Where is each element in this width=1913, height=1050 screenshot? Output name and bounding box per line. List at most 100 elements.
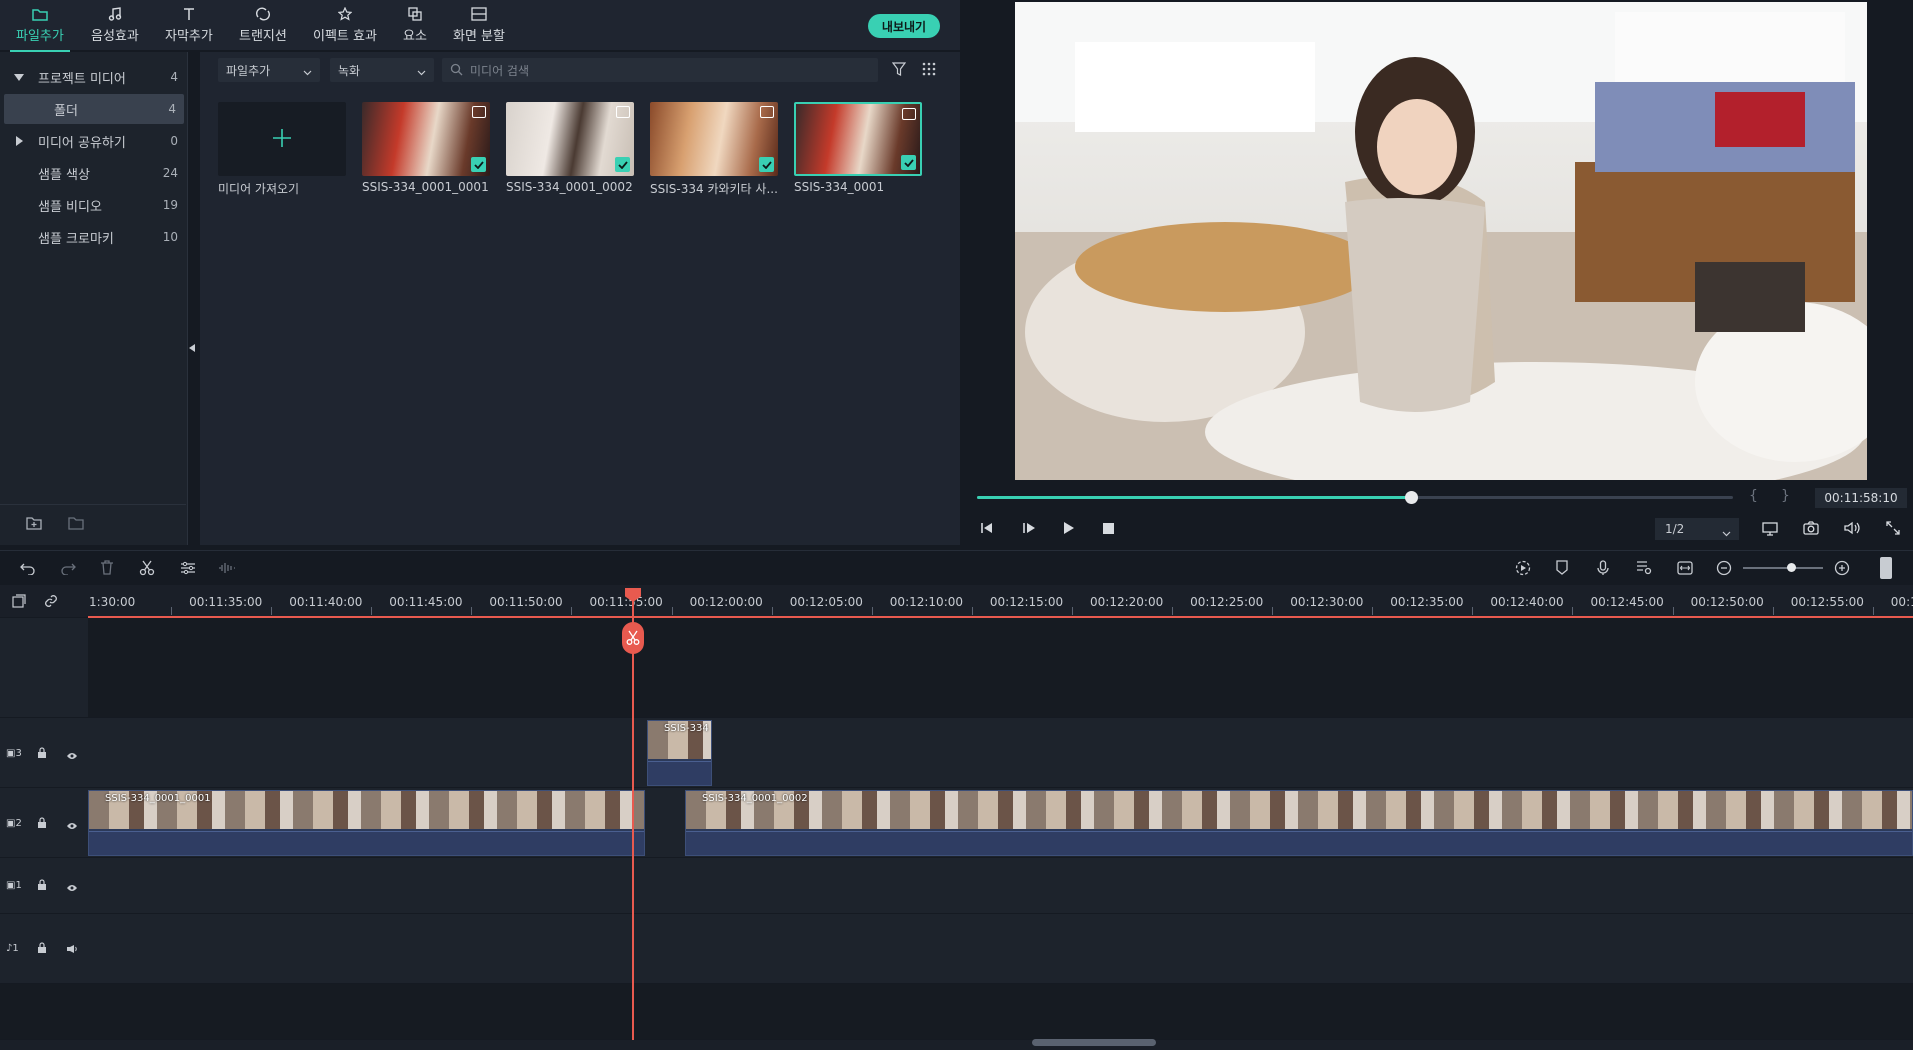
playhead-split-button[interactable] xyxy=(622,622,644,654)
mark-out-icon[interactable]: } xyxy=(1781,488,1790,504)
track-head-audio-1: ♪ 1 xyxy=(0,914,88,984)
track-video-3[interactable]: SSIS-334 xyxy=(88,718,1913,788)
ruler-tick-label: 1:30:00 xyxy=(89,595,136,609)
undo-icon[interactable] xyxy=(20,561,36,579)
track-head-spacer xyxy=(0,984,88,1040)
adjust-icon[interactable] xyxy=(180,561,196,579)
ruler-tick xyxy=(271,607,273,615)
folder-outline-icon[interactable] xyxy=(68,516,84,534)
ruler-tick xyxy=(371,607,373,615)
ruler-tick xyxy=(1672,607,1674,615)
sidebar-item-sample-video[interactable]: 샘플 비디오 19 xyxy=(0,190,186,220)
ruler-tick xyxy=(1472,607,1474,615)
ruler-tick-label: 00:12:35:00 xyxy=(1390,595,1464,609)
track-video-2[interactable]: SSIS-334_0001_0001 SSIS-334_0001_0002 xyxy=(88,788,1913,858)
import-dropdown[interactable]: 파일추가 xyxy=(218,58,320,82)
render-icon[interactable] xyxy=(1515,560,1531,580)
snapshot-icon[interactable] xyxy=(1803,521,1819,539)
lock-icon[interactable] xyxy=(37,747,47,763)
tab-audio[interactable]: 음성효과 xyxy=(91,6,139,44)
delete-icon[interactable] xyxy=(100,560,114,579)
timeline-ruler[interactable]: 1:30:00 00:11:35:00 00:11:40:00 00:11:45:00… xyxy=(0,585,1913,617)
preview-timecode: 00:11:58:10 xyxy=(1815,488,1907,508)
timeline-clip[interactable]: SSIS-334_0001_0002 xyxy=(685,790,1913,856)
sidebar-item-folder[interactable]: 폴더 4 xyxy=(4,94,184,124)
tab-split-screen[interactable]: 화면 분할 xyxy=(453,6,505,44)
tab-transitions[interactable]: 트랜지션 xyxy=(239,6,287,44)
tab-titles[interactable]: 자막추가 xyxy=(165,6,213,44)
link-icon[interactable] xyxy=(44,594,58,612)
microphone-icon[interactable] xyxy=(1597,560,1609,580)
tab-effects[interactable]: 이펙트 효과 xyxy=(313,6,377,44)
video-badge-icon xyxy=(472,106,486,118)
mark-in-icon[interactable]: { xyxy=(1749,488,1758,504)
sidebar-item-sample-chroma[interactable]: 샘플 크로마키 10 xyxy=(0,222,186,252)
marker-icon[interactable] xyxy=(1556,560,1568,579)
audio-mixer-icon[interactable] xyxy=(1636,560,1652,579)
cut-icon[interactable] xyxy=(139,560,155,580)
speaker-icon[interactable] xyxy=(66,943,78,958)
zoom-in-icon[interactable] xyxy=(1834,560,1850,580)
record-dropdown[interactable]: 녹화 xyxy=(330,58,434,82)
export-button[interactable]: 내보내기 xyxy=(868,14,940,38)
eye-icon[interactable] xyxy=(66,881,78,896)
track-spacer xyxy=(88,984,1913,1040)
timeline-scrollbar[interactable] xyxy=(0,1040,1913,1050)
ruler-tick-label: 00:12:00:00 xyxy=(689,595,763,609)
display-icon[interactable] xyxy=(1762,522,1778,540)
sidebar-item-shared-media[interactable]: 미디어 공유하기 0 xyxy=(0,126,186,156)
ruler-tick xyxy=(1772,607,1774,615)
ruler-tick-label: 00:12:10:00 xyxy=(889,595,964,609)
clip-audio-wave xyxy=(89,831,644,855)
zoom-out-icon[interactable] xyxy=(1716,560,1732,580)
track-video-1[interactable] xyxy=(88,858,1913,914)
fullscreen-icon[interactable] xyxy=(1886,521,1900,539)
media-thumbnail-selected[interactable] xyxy=(794,102,922,176)
collapse-sidebar-icon[interactable] xyxy=(189,344,195,352)
play-frame-icon[interactable] xyxy=(1022,522,1036,538)
timeline-menu-icon[interactable] xyxy=(1880,557,1892,579)
sidebar-item-project-media[interactable]: 프로젝트 미디어 4 xyxy=(0,62,186,92)
step-back-icon[interactable] xyxy=(980,522,994,538)
tab-elements[interactable]: 요소 xyxy=(403,6,427,44)
check-icon xyxy=(471,157,486,172)
lock-icon[interactable] xyxy=(37,879,47,895)
scissors-icon xyxy=(626,630,640,645)
track-audio-1[interactable] xyxy=(88,914,1913,984)
grid-view-icon[interactable] xyxy=(922,62,936,80)
filter-icon[interactable] xyxy=(891,62,907,80)
audio-wave-icon[interactable] xyxy=(218,561,236,579)
eye-icon[interactable] xyxy=(66,749,78,764)
ruler-tick-label: 00:12:45:00 xyxy=(1590,595,1664,609)
media-panel: 파일추가 녹화 미디어 검색 미디어 가져오기 SSIS-334_0001_00… xyxy=(200,52,960,545)
stop-icon[interactable] xyxy=(1103,523,1114,538)
media-library-sidebar: 프로젝트 미디어 4 폴더 4 미디어 공유하기 0 샘플 색상 24 샘플 비… xyxy=(0,52,195,545)
preview-quality-dropdown[interactable]: 1/2 xyxy=(1655,518,1739,540)
lock-icon[interactable] xyxy=(37,942,47,958)
redo-icon[interactable] xyxy=(60,561,76,579)
video-track-icon: ▣ 1 xyxy=(6,880,22,891)
lock-icon[interactable] xyxy=(37,817,47,833)
preview-video-frame xyxy=(1015,2,1895,502)
volume-icon[interactable] xyxy=(1844,521,1860,539)
tab-add-file[interactable]: 파일추가 xyxy=(10,6,70,52)
add-track-icon[interactable] xyxy=(12,594,26,612)
media-thumbnail[interactable] xyxy=(362,102,490,176)
fit-timeline-icon[interactable] xyxy=(1677,561,1693,579)
import-media-tile[interactable] xyxy=(218,102,346,176)
video-badge-icon xyxy=(902,108,916,120)
timeline-scrollbar-thumb[interactable] xyxy=(1032,1039,1156,1046)
media-search-input[interactable]: 미디어 검색 xyxy=(442,58,878,82)
media-thumbnail[interactable] xyxy=(506,102,634,176)
image-badge-icon xyxy=(760,106,774,118)
timeline-clip[interactable]: SSIS-334_0001_0001 xyxy=(88,790,645,856)
zoom-slider-handle[interactable] xyxy=(1787,563,1796,572)
eye-icon[interactable] xyxy=(66,819,78,834)
media-thumbnail[interactable] xyxy=(650,102,778,176)
play-icon[interactable] xyxy=(1063,521,1075,539)
new-folder-icon[interactable] xyxy=(26,516,42,534)
preview-scrubber-handle[interactable] xyxy=(1405,491,1418,504)
sidebar-item-sample-colors[interactable]: 샘플 색상 24 xyxy=(0,158,186,188)
zoom-slider-track[interactable] xyxy=(1743,567,1823,569)
timeline-clip[interactable]: SSIS-334 xyxy=(647,720,712,786)
